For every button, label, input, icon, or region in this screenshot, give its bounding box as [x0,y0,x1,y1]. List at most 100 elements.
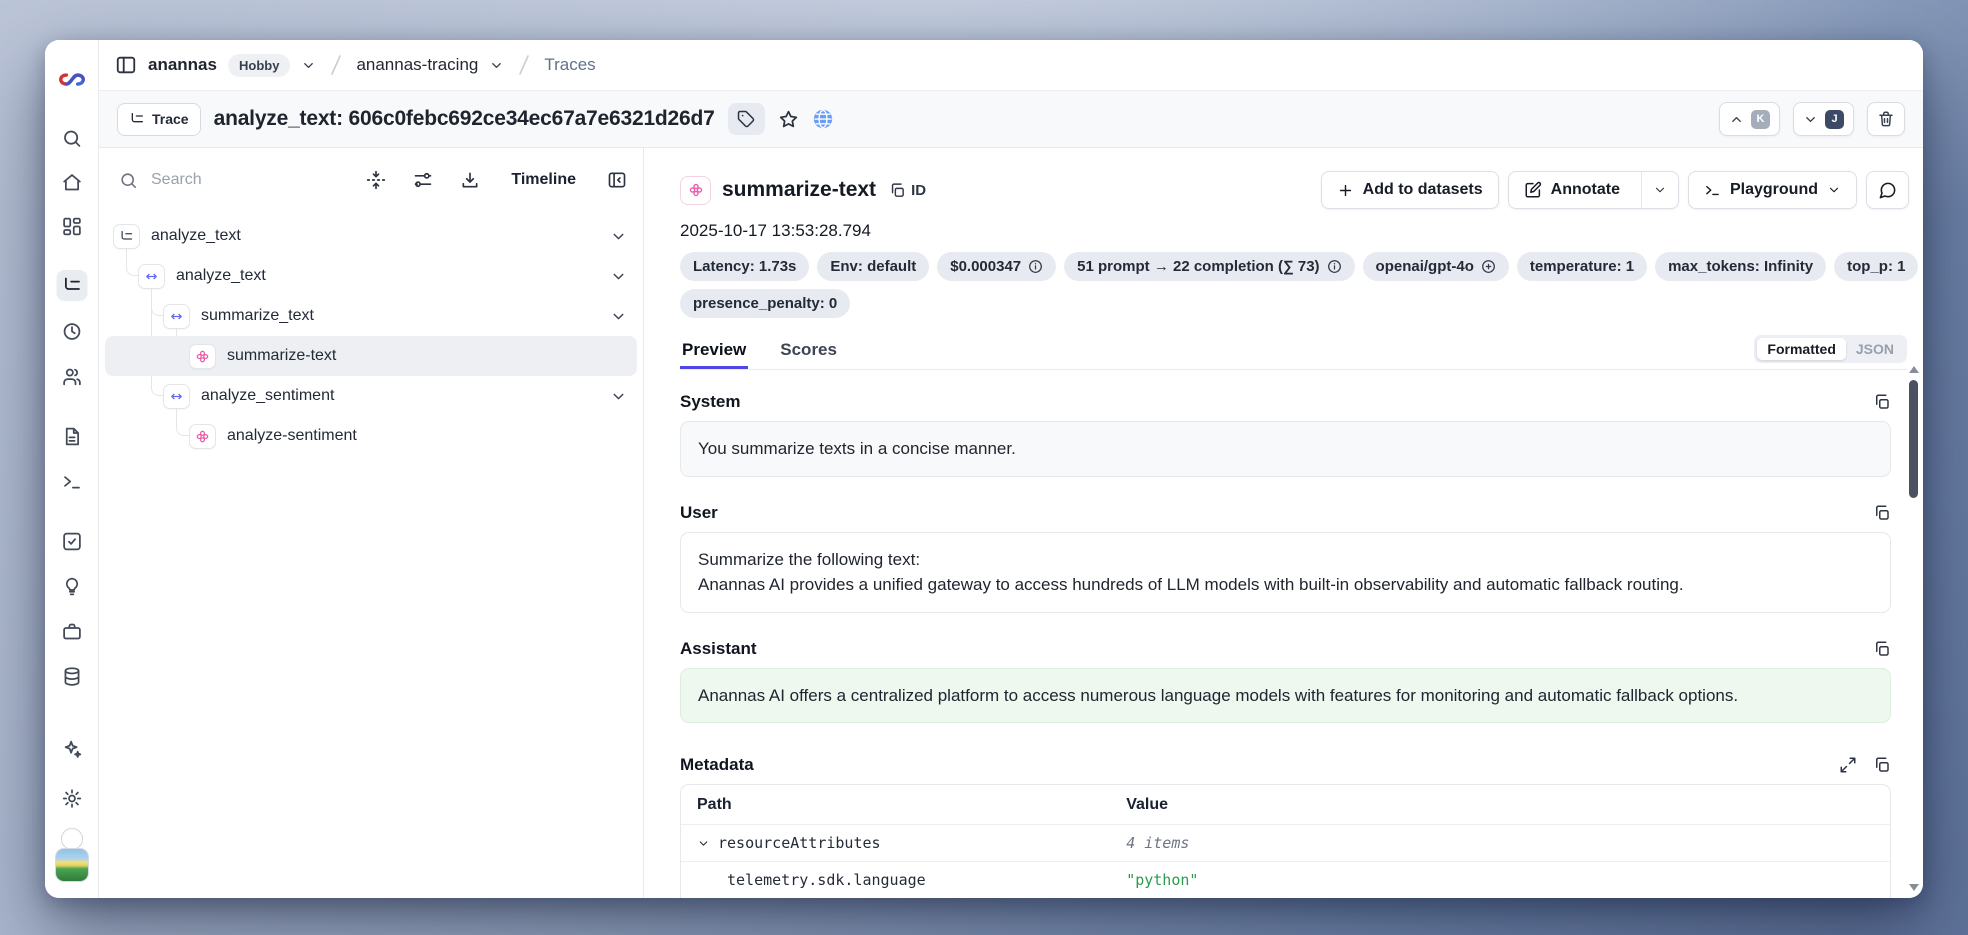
tree-row-span[interactable]: analyze_text [105,256,637,296]
project-name[interactable]: anannas-tracing [356,55,478,75]
observation-detail-pane: summarize-text ID Add to datasets [644,148,1923,898]
breadcrumb-separator [515,54,533,76]
model-badge[interactable]: openai/gpt-4o [1363,252,1509,281]
settings-gear-icon[interactable] [61,788,82,809]
env-badge: Env: default [817,252,929,281]
section-title: Metadata [680,755,754,775]
download-icon[interactable] [460,170,480,190]
annotate-label: Annotate [1551,181,1620,199]
search-input[interactable] [151,171,331,189]
briefcase-icon[interactable] [61,621,82,642]
comments-button[interactable] [1866,171,1909,209]
shortcut-j-badge: J [1825,110,1844,129]
collapse-all-icon[interactable] [366,170,386,190]
globe-icon[interactable] [812,108,834,130]
format-formatted[interactable]: Formatted [1757,338,1845,360]
copy-icon[interactable] [1873,756,1891,774]
tree-row-span[interactable]: analyze_sentiment [105,376,637,416]
tokens-badge[interactable]: 51 prompt → 22 completion (∑ 73) [1064,252,1354,281]
delete-trace-button[interactable] [1867,102,1905,136]
tree-row-span[interactable]: summarize_text [105,296,637,336]
anannas-logo-icon[interactable] [58,66,85,93]
prompts-file-icon[interactable] [61,426,82,447]
breadcrumb-separator [327,54,345,76]
chevron-down-icon[interactable] [610,308,627,325]
chevron-down-icon[interactable] [610,388,627,405]
tree-row-generation-selected[interactable]: summarize-text [105,336,637,376]
workspace-avatar[interactable] [55,848,89,882]
lightbulb-icon[interactable] [61,576,82,597]
metadata-value: "python" [1126,871,1198,889]
expand-icon[interactable] [1839,756,1857,774]
sparkles-icon[interactable] [61,739,82,760]
add-to-datasets-button[interactable]: Add to datasets [1321,171,1499,209]
chevron-down-icon[interactable] [301,58,316,73]
star-icon[interactable] [778,109,799,130]
breadcrumb: anannas Hobby anannas-tracing Traces [99,40,1923,90]
tag-icon[interactable] [728,103,765,135]
org-name[interactable]: anannas [148,55,217,75]
next-trace-button[interactable]: J [1793,102,1854,136]
observation-header: summarize-text ID Add to datasets [680,170,1909,210]
icon-rail [45,40,99,898]
metadata-header-row: Path Value [681,785,1890,824]
terminal-icon[interactable] [61,471,82,492]
timeline-button[interactable]: Timeline [511,171,576,189]
section-title: User [680,503,718,523]
vertical-scrollbar[interactable] [1908,364,1920,893]
top-p-badge: top_p: 1 [1834,252,1918,281]
evaluation-check-icon[interactable] [61,531,82,552]
chevron-down-icon[interactable] [697,837,710,850]
shortcut-k-badge: K [1751,110,1770,129]
tab-preview[interactable]: Preview [680,340,748,369]
assistant-message-text: Anannas AI offers a centralized platform… [698,686,1738,705]
generation-icon [189,344,216,369]
metadata-row-group[interactable]: resourceAttributes 4 items [681,824,1890,861]
scroll-down-arrow[interactable] [1909,884,1919,891]
chevron-down-icon[interactable] [610,268,627,285]
copy-id-button[interactable]: ID [889,182,926,199]
tree-row-generation[interactable]: analyze-sentiment [105,416,637,456]
user-section-header: User [680,503,1891,523]
format-json[interactable]: JSON [1846,338,1904,360]
filter-sliders-icon[interactable] [413,170,433,190]
copy-icon[interactable] [1873,393,1891,411]
scrollbar-thumb[interactable] [1909,380,1918,498]
sidebar-toggle-icon[interactable] [115,54,137,76]
tab-scores[interactable]: Scores [778,340,839,369]
playground-button[interactable]: Playground [1688,171,1857,209]
id-label: ID [911,182,926,199]
previous-trace-button[interactable]: K [1719,102,1780,136]
datasets-database-icon[interactable] [61,666,82,687]
copy-icon[interactable] [1873,640,1891,658]
span-icon [138,264,165,289]
tree-row-label: analyze_sentiment [201,387,334,405]
breadcrumb-page[interactable]: Traces [544,55,595,75]
tree-row-label: analyze-sentiment [227,427,357,445]
search-icon [119,171,138,190]
annotate-dropdown-chevron[interactable] [1641,172,1678,208]
sessions-clock-icon[interactable] [61,321,82,342]
span-icon [163,384,190,409]
section-title: System [680,392,740,412]
traces-icon[interactable] [56,270,87,301]
search-icon[interactable] [61,128,82,149]
copy-icon[interactable] [1873,504,1891,522]
tree-row-trace[interactable]: analyze_text [105,216,637,256]
scroll-up-arrow[interactable] [1909,366,1919,373]
home-icon[interactable] [61,172,82,193]
cost-badge[interactable]: $0.000347 [937,252,1056,281]
latency-badge: Latency: 1.73s [680,252,809,281]
chevron-down-icon[interactable] [610,228,627,245]
annotate-button[interactable]: Annotate [1509,172,1632,208]
plan-badge: Hobby [228,54,290,77]
collapse-panel-icon[interactable] [607,170,627,190]
system-message-text: You summarize texts in a concise manner. [698,439,1016,458]
metadata-path: telemetry.sdk.language [727,871,926,889]
chevron-down-icon[interactable] [489,58,504,73]
tree-row-label: analyze_text [151,227,241,245]
status-circle-icon [61,828,83,850]
users-icon[interactable] [61,366,82,387]
dashboard-icon[interactable] [61,216,82,237]
playground-label: Playground [1730,181,1818,199]
